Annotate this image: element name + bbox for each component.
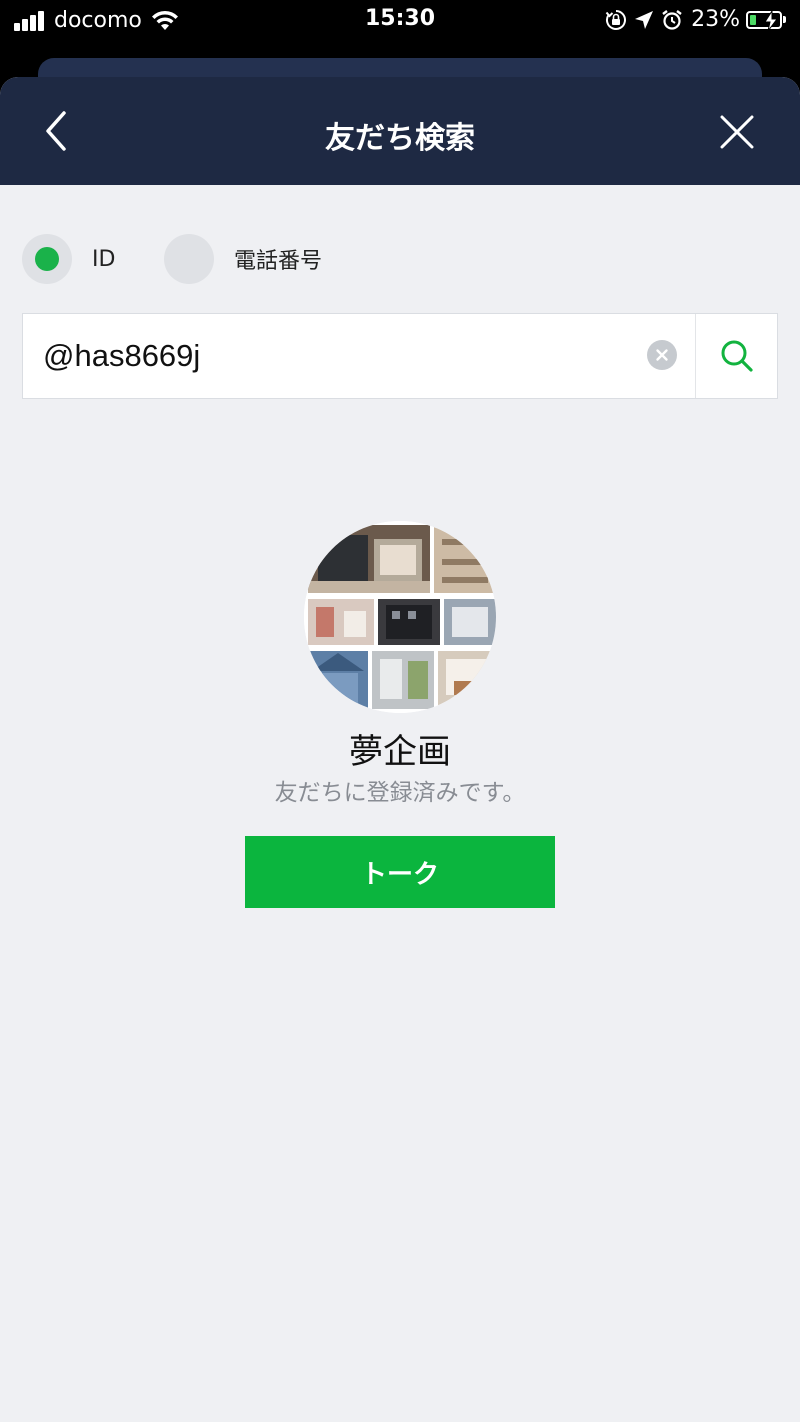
screen: docomo 15:30 23% 友だち検索 ID 電話番号 @has8669j… xyxy=(0,0,800,1422)
battery-charging-icon xyxy=(746,10,782,31)
friend-search-sheet: 友だち検索 ID 電話番号 @has8669j 夢企画 友だちに登録済みです。 … xyxy=(0,77,800,1422)
search-type-selector: ID 電話番号 xyxy=(22,234,782,284)
bolt-icon xyxy=(764,10,778,31)
alarm-icon xyxy=(662,9,682,30)
profile-avatar[interactable] xyxy=(304,521,496,713)
search-button[interactable] xyxy=(696,314,778,398)
nav-header: 友だち検索 xyxy=(0,77,800,185)
radio-option-id[interactable]: ID xyxy=(22,234,115,284)
close-button[interactable] xyxy=(716,111,758,153)
radio-dot xyxy=(35,247,59,271)
search-input[interactable] xyxy=(43,314,643,398)
radio-option-phone[interactable]: 電話番号 xyxy=(164,234,322,284)
location-arrow-icon xyxy=(635,10,654,29)
clear-icon xyxy=(656,349,668,361)
status-right: 23% xyxy=(599,7,786,32)
radio-label-id: ID xyxy=(92,246,116,272)
radio-label-phone: 電話番号 xyxy=(234,249,323,274)
orientation-lock-icon xyxy=(605,9,627,30)
page-title: 友だち検索 xyxy=(325,121,475,156)
radio-button-selected[interactable] xyxy=(22,234,72,284)
search-box xyxy=(22,313,778,399)
talk-button[interactable]: トーク xyxy=(245,836,555,908)
result-name: 夢企画 xyxy=(349,732,451,772)
battery-percent: 23% xyxy=(691,7,740,32)
avatar-collage-image xyxy=(304,521,496,713)
status-bar: docomo 15:30 23% xyxy=(0,0,800,42)
battery-nub xyxy=(783,16,786,23)
battery-level-fill xyxy=(750,14,756,25)
result-status: 友だちに登録済みです。 xyxy=(274,780,526,806)
search-icon xyxy=(721,340,753,372)
close-icon xyxy=(720,115,754,149)
radio-button-unselected[interactable] xyxy=(164,234,214,284)
clear-button[interactable] xyxy=(647,340,677,370)
